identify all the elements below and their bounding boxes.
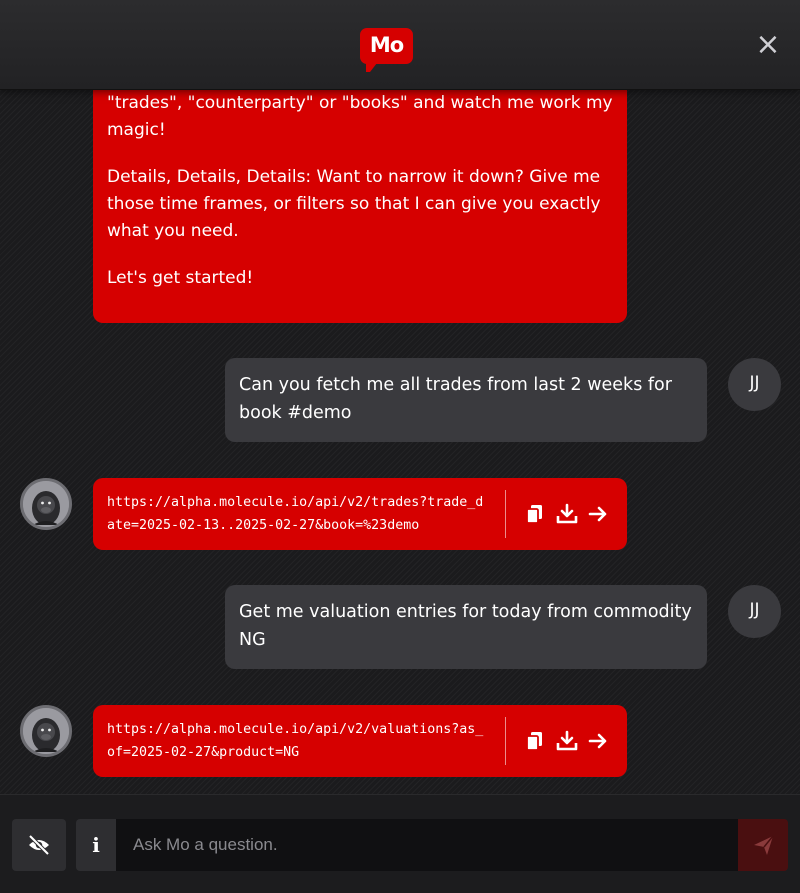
arrow-right-icon[interactable] <box>586 502 610 526</box>
copy-icon[interactable] <box>523 502 547 526</box>
user-avatar: JJ <box>728 585 781 638</box>
close-button[interactable]: × <box>752 30 784 62</box>
divider <box>505 717 506 765</box>
bot-intro-message: "trades", "counterparty" or "books" and … <box>93 90 627 323</box>
copy-icon[interactable] <box>523 729 547 753</box>
bot-url-message: https://alpha.molecule.io/api/v2/valuati… <box>93 705 627 777</box>
user-message: Can you fetch me all trades from last 2 … <box>225 358 707 442</box>
user-avatar: JJ <box>728 358 781 411</box>
intro-paragraph-2: Details, Details, Details: Want to narro… <box>107 167 601 241</box>
api-url-text[interactable]: https://alpha.molecule.io/api/v2/valuati… <box>107 718 491 764</box>
download-icon[interactable] <box>555 502 579 526</box>
api-url-text[interactable]: https://alpha.molecule.io/api/v2/trades?… <box>107 491 491 537</box>
chat-footer: i <box>0 794 800 893</box>
download-icon[interactable] <box>555 729 579 753</box>
paper-plane-icon <box>754 835 774 855</box>
mo-logo: Mo <box>360 28 413 72</box>
send-button[interactable] <box>738 819 788 871</box>
ask-input[interactable] <box>116 819 738 871</box>
eye-slash-icon <box>28 834 50 856</box>
chat-transcript[interactable]: "trades", "counterparty" or "books" and … <box>0 90 800 794</box>
hide-button[interactable] <box>12 819 66 871</box>
divider <box>505 490 506 538</box>
user-message: Get me valuation entries for today from … <box>225 585 707 669</box>
intro-paragraph-3: Let's get started! <box>107 268 254 288</box>
intro-paragraph-1: "trades", "counterparty" or "books" and … <box>107 93 613 140</box>
bot-avatar <box>20 705 72 757</box>
info-button[interactable]: i <box>76 819 116 871</box>
gorilla-avatar-icon <box>23 481 69 527</box>
bot-url-message: https://alpha.molecule.io/api/v2/trades?… <box>93 478 627 550</box>
bot-avatar <box>20 478 72 530</box>
chat-header: Mo × <box>0 0 800 90</box>
arrow-right-icon[interactable] <box>586 729 610 753</box>
gorilla-avatar-icon <box>23 708 69 754</box>
